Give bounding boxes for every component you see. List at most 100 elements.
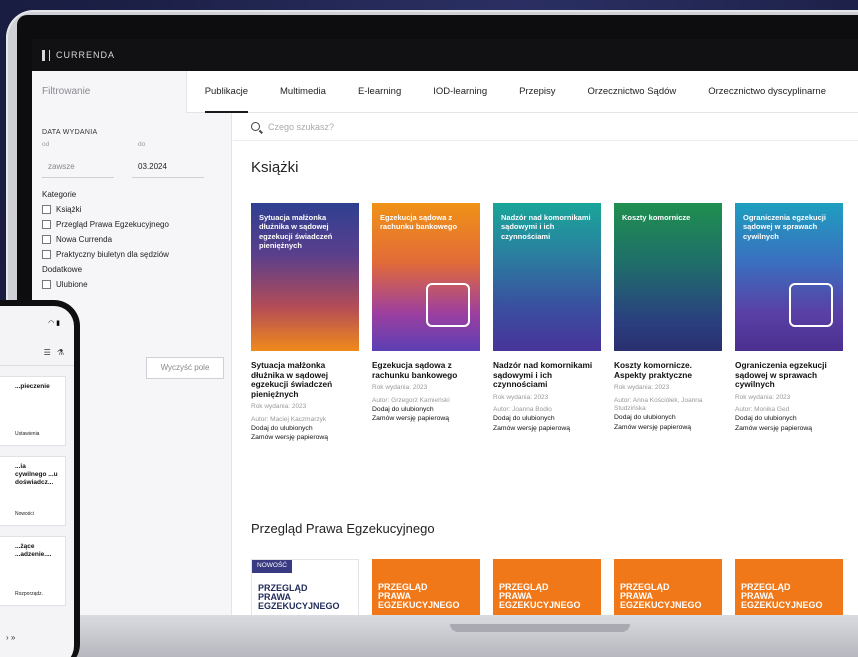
tab-bar: Publikacje Multimedia E-learning IOD-lea… — [187, 71, 858, 113]
tab-orzecznictwo-dyscyplinarne[interactable]: Orzecznictwo dyscyplinarne — [708, 71, 826, 113]
tab-iod-learning[interactable]: IOD-learning — [433, 71, 487, 113]
category-label: Przegląd Prawa Egzekucyjnego — [56, 220, 169, 229]
book-card[interactable]: Sytuacja małżonka dłużnika w sądowej egz… — [251, 203, 359, 442]
tab-multimedia[interactable]: Multimedia — [280, 71, 326, 113]
checkbox-icon[interactable] — [42, 250, 51, 259]
date-heading: DATA WYDANIA — [42, 129, 98, 136]
checkbox-icon[interactable] — [42, 205, 51, 214]
brand-name: CURRENDA — [56, 50, 116, 60]
cover-title: Sytuacja małżonka dłużnika w sądowej egz… — [259, 213, 333, 251]
screen: CURRENDA Filtrowanie Publikacje Multimed… — [32, 39, 858, 615]
phone-card-label: Nowości — [15, 511, 34, 517]
category-checkbox[interactable]: Praktyczny biuletyn dla sędziów — [42, 250, 221, 259]
filter-icon[interactable]: ⚗ — [57, 348, 64, 357]
book-cover[interactable]: Sytuacja małżonka dłużnika w sądowej egz… — [251, 203, 359, 351]
book-cover[interactable]: Ograniczenia egzekucji sądowej w sprawac… — [735, 203, 843, 351]
book-author: Autor: Grzegorz Kamieński — [372, 396, 450, 404]
filter-title: Filtrowanie — [32, 70, 187, 113]
tab-przepisy[interactable]: Przepisy — [519, 71, 555, 113]
tab-orzecznictwo-sadow[interactable]: Orzecznictwo Sądów — [588, 71, 677, 113]
book-title[interactable]: Nadzór nad komornikami sądowymi i ich cz… — [493, 360, 601, 390]
book-cover[interactable]: Koszty komornicze — [614, 203, 722, 351]
book-year: Rok wydania: 2023 — [614, 384, 670, 392]
cover-title: Koszty komornicze — [622, 213, 691, 222]
phone-card-title: ...żące ...adzenie.... — [15, 543, 52, 559]
order-print-link[interactable]: Zamów wersję papierową — [372, 414, 480, 423]
top-bar: CURRENDA — [32, 39, 858, 71]
to-label: do — [138, 141, 146, 148]
add-favorite-link[interactable]: Dodaj do ulubionych — [735, 414, 843, 423]
book-author: Autor: Monika Ged — [735, 406, 790, 414]
category-checkbox[interactable]: Przegląd Prawa Egzekucyjnego — [42, 220, 221, 229]
order-print-link[interactable]: Zamów wersję papierową — [251, 433, 359, 442]
journal-cover[interactable]: PRZEGLĄD PRAWA EGZEKUCYJNEGO — [735, 559, 843, 615]
journal-title-line: EGZEKUCYJNEGO — [378, 600, 460, 610]
date-from-input[interactable]: zawsze — [42, 156, 114, 178]
journal-title-line: EGZEKUCYJNEGO — [620, 600, 702, 610]
category-checkbox[interactable]: Nowa Currenda — [42, 235, 221, 244]
add-favorite-link[interactable]: Dodaj do ulubionych — [493, 414, 601, 423]
phone-card-label: Rozporządz. — [15, 591, 44, 597]
journal-cover[interactable]: PRZEGLĄD PRAWA EGZEKUCYJNEGO — [372, 559, 480, 615]
book-card[interactable]: Nadzór nad komornikami sądowymi i ich cz… — [493, 203, 601, 442]
phone-status-bar: ◠ ▮ — [0, 306, 74, 340]
search-input[interactable]: Czego szukasz? — [268, 122, 334, 132]
journal-cover[interactable]: PRZEGLĄD PRAWA EGZEKUCYJNEGO — [493, 559, 601, 615]
books-section-title: Książki — [251, 159, 299, 176]
categories-label: Kategorie — [42, 190, 77, 199]
phone-card[interactable]: ...ia cywilnego ...u doświadcz... Nowośc… — [0, 456, 66, 526]
book-author: Autor: Anna Kościółek, Joanna Studzińska — [614, 396, 703, 412]
journal-cover[interactable]: NOWOŚĆ PRZEGLĄD PRAWA EGZEKUCYJNEGO — [251, 559, 359, 615]
book-cover[interactable]: Egzekucja sądowa z rachunku bankowego — [372, 203, 480, 351]
book-title[interactable]: Ograniczenia egzekucji sądowej w sprawac… — [735, 360, 843, 390]
phone-card[interactable]: ...żące ...adzenie.... Rozporządz. — [0, 536, 66, 606]
wifi-icon: ◠ ▮ — [48, 320, 60, 327]
paragraph-scales-icon — [789, 283, 833, 327]
book-author: Autor: Maciej Kaczmarzyk — [251, 415, 327, 423]
order-print-link[interactable]: Zamów wersję papierową — [735, 424, 843, 433]
book-year: Rok wydania: 2023 — [735, 393, 791, 401]
phone-card[interactable]: ...pieczenie Ustawienia — [0, 376, 66, 446]
tab-publikacje[interactable]: Publikacje — [204, 71, 248, 113]
currenda-logo-icon — [42, 49, 50, 61]
book-year: Rok wydania: 2023 — [493, 393, 549, 401]
book-cover[interactable]: Nadzór nad komornikami sądowymi i ich cz… — [493, 203, 601, 351]
laptop-base — [0, 613, 858, 657]
book-title[interactable]: Koszty komornicze. Aspekty praktyczne — [614, 360, 722, 380]
book-list: Sytuacja małżonka dłużnika w sądowej egz… — [251, 203, 843, 442]
laptop-notch — [450, 624, 630, 632]
cover-title: Nadzór nad komornikami sądowymi i ich cz… — [501, 213, 591, 241]
checkbox-icon[interactable] — [42, 280, 51, 289]
extra-checkbox[interactable]: Ulubione — [42, 280, 221, 289]
category-checkbox[interactable]: Książki — [42, 205, 221, 214]
book-title[interactable]: Sytuacja małżonka dłużnika w sądowej egz… — [251, 360, 359, 399]
book-card[interactable]: Koszty komornicze Koszty komornicze. Asp… — [614, 203, 722, 442]
journal-section-title: Przegląd Prawa Egzekucyjnego — [251, 521, 435, 536]
tab-e-learning[interactable]: E-learning — [358, 71, 401, 113]
checkbox-icon[interactable] — [42, 235, 51, 244]
journal-title-line: EGZEKUCYJNEGO — [258, 601, 340, 611]
category-label: Nowa Currenda — [56, 235, 113, 244]
add-favorite-link[interactable]: Dodaj do ulubionych — [614, 413, 722, 422]
phone-card-label: Ustawienia — [15, 431, 40, 437]
add-favorite-link[interactable]: Dodaj do ulubionych — [372, 405, 480, 414]
menu-icon[interactable]: ☰ — [44, 348, 51, 357]
category-label: Praktyczny biuletyn dla sędziów — [56, 250, 169, 259]
order-print-link[interactable]: Zamów wersję papierową — [493, 424, 601, 433]
nav-row: Filtrowanie Publikacje Multimedia E-lear… — [32, 70, 858, 113]
book-author: Autor: Joanna Bodio — [493, 406, 552, 414]
clear-filters-button[interactable]: Wyczyść pole — [146, 357, 224, 379]
book-card[interactable]: Egzekucja sądowa z rachunku bankowego Eg… — [372, 203, 480, 442]
add-favorite-link[interactable]: Dodaj do ulubionych — [251, 424, 359, 433]
extra-label: Dodatkowe — [42, 265, 83, 274]
phone-pager[interactable]: › » — [6, 633, 15, 642]
book-card[interactable]: Ograniczenia egzekucji sądowej w sprawac… — [735, 203, 843, 442]
search-bar[interactable]: Czego szukasz? — [233, 113, 858, 141]
extra-option-label: Ulubione — [56, 280, 88, 289]
phone-card-title: ...pieczenie — [15, 383, 50, 390]
order-print-link[interactable]: Zamów wersję papierową — [614, 423, 722, 432]
date-to-input[interactable]: 03.2024 — [132, 156, 204, 178]
checkbox-icon[interactable] — [42, 220, 51, 229]
journal-cover[interactable]: PRZEGLĄD PRAWA EGZEKUCYJNEGO — [614, 559, 722, 615]
book-title[interactable]: Egzekucja sądowa z rachunku bankowego — [372, 360, 480, 380]
